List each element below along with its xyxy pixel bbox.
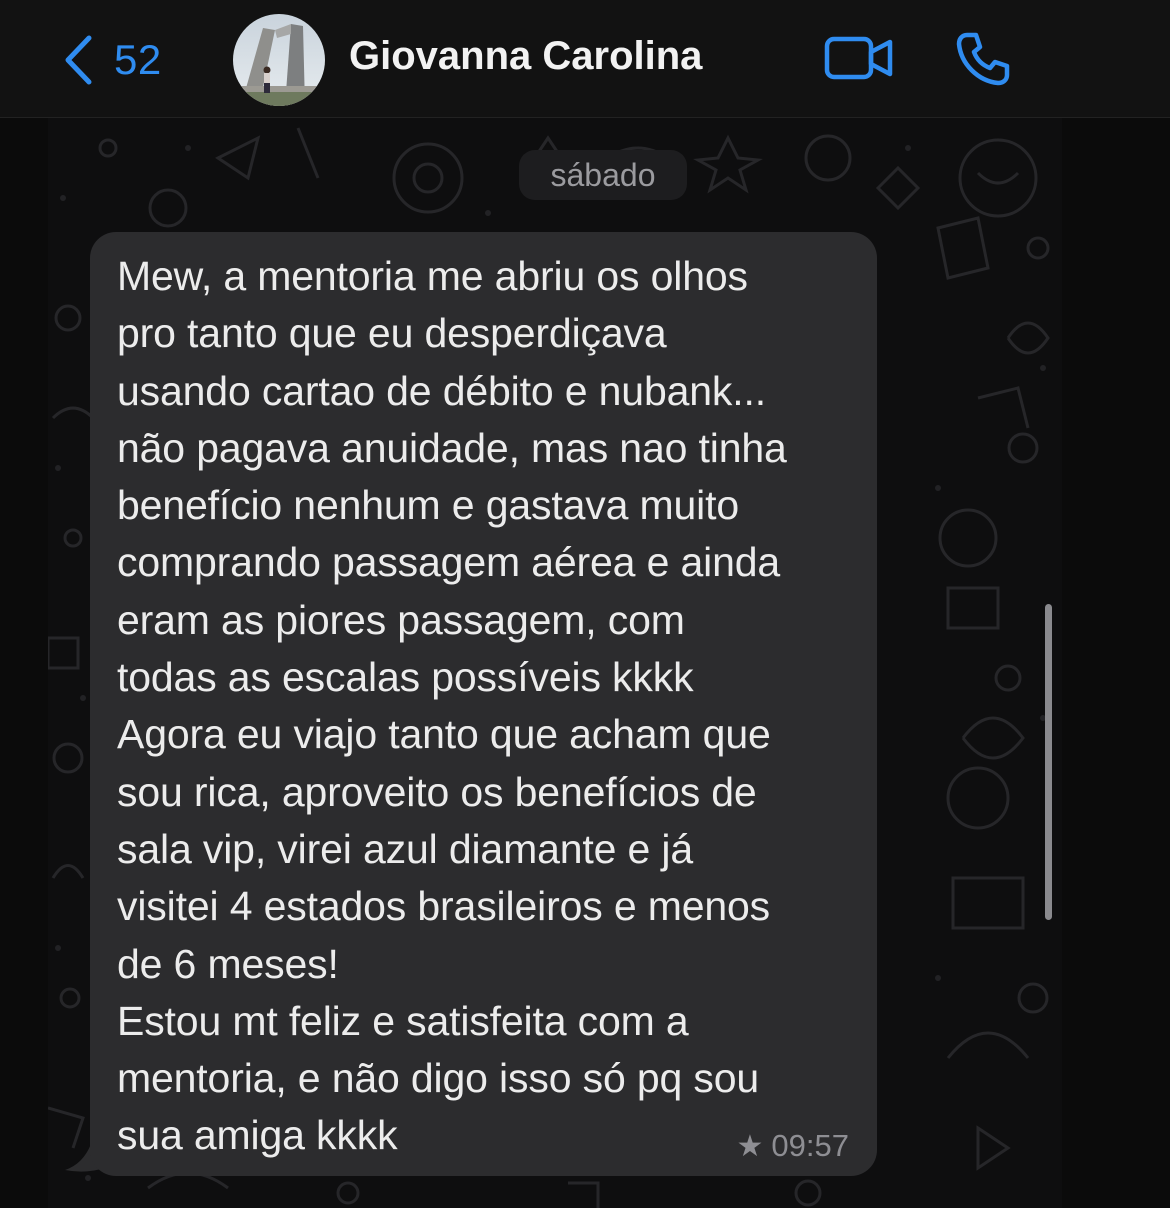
contact-name[interactable]: Giovanna Carolina: [349, 34, 702, 79]
message-text: Mew, a mentoria me abriu os olhos pro ta…: [117, 253, 787, 1159]
chat-header: 52 Giovanna Carolina: [0, 0, 1170, 118]
chat-area[interactable]: sábado Mew, a mentoria me abriu os olhos…: [48, 118, 1062, 1208]
video-call-button[interactable]: [824, 34, 894, 87]
chat-screen: 52 Giovanna Carolina sábado Mew, a mento…: [0, 0, 1170, 1208]
back-button[interactable]: 52: [62, 30, 162, 90]
star-icon: ★: [736, 1129, 764, 1163]
chevron-left-icon: [62, 34, 94, 86]
phone-icon: [954, 32, 1012, 92]
message-time: 09:57: [771, 1128, 849, 1163]
avatar[interactable]: [233, 14, 325, 106]
message-meta: ★ 09:57: [737, 1128, 849, 1164]
right-edge: [1062, 118, 1170, 1208]
scrollbar[interactable]: [1045, 604, 1052, 920]
message-bubble[interactable]: Mew, a mentoria me abriu os olhos pro ta…: [90, 232, 877, 1176]
video-camera-icon: [824, 36, 894, 86]
voice-call-button[interactable]: [954, 30, 1012, 93]
date-separator: sábado: [519, 150, 687, 200]
unread-count: 52: [114, 36, 162, 83]
